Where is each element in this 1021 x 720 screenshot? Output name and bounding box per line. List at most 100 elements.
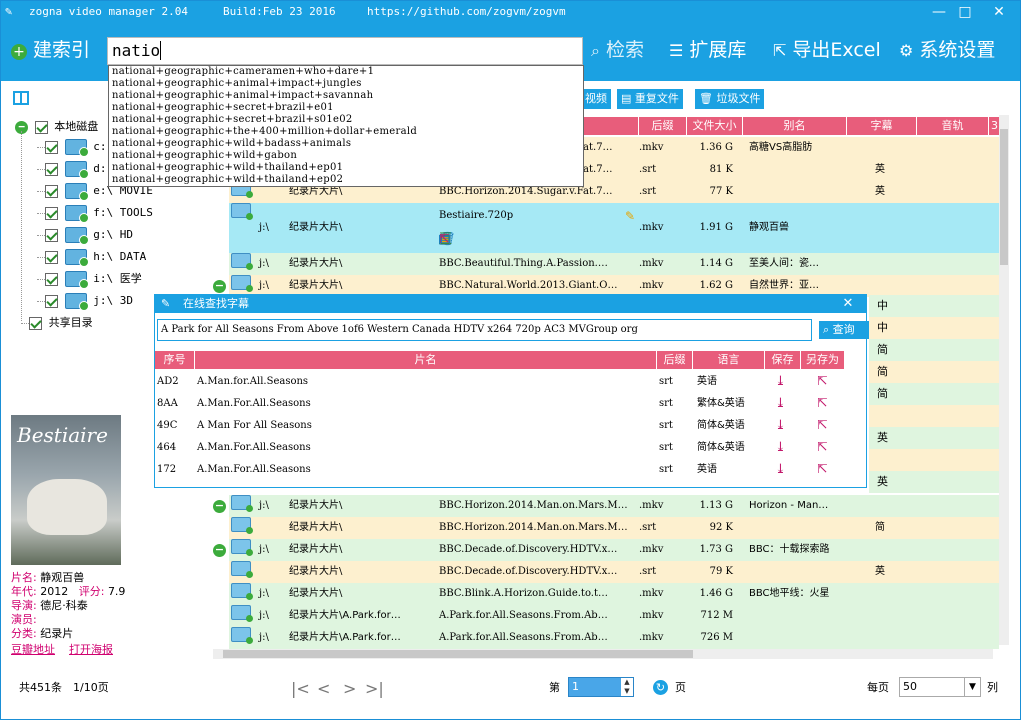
suggestion-item[interactable]: national+geographic+secret+brazil+e01 <box>109 102 583 114</box>
col-size[interactable]: 文件大小 <box>687 117 743 135</box>
subtitle-row[interactable]: 8AA A.Man.For.All.Seasons srt 繁体&英语 ⤓ ⇱ <box>155 393 866 415</box>
subtitle-row[interactable]: 49C A Man For All Seasons srt 简体&英语 ⤓ ⇱ <box>155 415 866 437</box>
checkbox[interactable] <box>29 316 42 330</box>
suggestion-item[interactable]: national+geographic+animal+impact+jungle… <box>109 78 583 90</box>
suggestion-item[interactable]: national+geographic+wild+gabon <box>109 150 583 162</box>
tree-drive[interactable]: c: <box>37 137 107 157</box>
dcol-ext[interactable]: 后缀 <box>657 351 693 369</box>
tree-shared[interactable]: 共享目录 <box>21 313 93 333</box>
col-subtitle[interactable]: 字幕 <box>847 117 917 135</box>
maximize-button[interactable]: □ <box>949 1 981 23</box>
open-poster-link[interactable]: 打开海报 <box>69 643 113 656</box>
tree-drive[interactable]: g:\ HD <box>37 225 133 245</box>
dialog-icon: ✎ <box>161 297 171 310</box>
subtitle-search-button[interactable]: ⌕ 查询 <box>819 321 869 339</box>
table-row[interactable]: j:\ 纪录片大片\A.Park.for… A.Park.for.All.Seaso… <box>229 605 999 627</box>
checkbox[interactable] <box>45 294 58 308</box>
download-icon[interactable]: ⤓ <box>775 415 786 437</box>
edit-icon[interactable]: ✎ <box>625 191 635 241</box>
col-ext[interactable]: 后缀 <box>639 117 687 135</box>
refresh-icon[interactable]: ↻ <box>653 680 668 695</box>
table-row[interactable]: 纪录片大片\ BBC.Decade.of.Discovery.HDTV.x… .sr… <box>229 561 999 583</box>
subtitle-query-input[interactable]: A Park for All Seasons From Above 1of6 W… <box>157 319 812 341</box>
table-row[interactable]: j:\ 纪录片大片\ Bestiaire.720p ▶ ■ ✂ 🗑 ⤓ ⌕ 豆 ▣ ▤ ⇱ ✎ .mkv 1.… <box>229 203 999 253</box>
table-row[interactable]: j:\ 纪录片大片\A.Park.for… A.Park.for.All.Seaso… <box>229 627 999 649</box>
subtitle-row[interactable]: AD2 A.Man.for.All.Seasons srt 英语 ⤓ ⇱ <box>155 371 866 393</box>
table-row[interactable]: − j:\ 纪录片大片\ BBC.Decade.of.Discovery.HDTV.x… <box>213 539 999 561</box>
dcol-id[interactable]: 序号 <box>155 351 195 369</box>
share-icon[interactable]: ⇱ <box>817 393 828 415</box>
download-icon[interactable]: ⤓ <box>775 371 786 393</box>
col-alias[interactable]: 别名 <box>743 117 847 135</box>
checkbox[interactable] <box>45 162 58 176</box>
settings-button[interactable]: ⚙ 系统设置 <box>899 35 995 65</box>
horizontal-scrollbar[interactable] <box>213 649 993 659</box>
dcol-save[interactable]: 保存 <box>765 351 801 369</box>
checkbox[interactable] <box>45 250 58 264</box>
export-excel-button[interactable]: ⇱ 导出Excel <box>773 35 881 65</box>
share-icon[interactable]: ⇱ <box>817 459 828 481</box>
filter-duplicate-button[interactable]: ▤ 重复文件 <box>617 89 683 109</box>
per-page-select[interactable]: 50 ▼ <box>899 677 981 697</box>
tree-drive[interactable]: f:\ TOOLS <box>37 203 153 223</box>
collapse-icon[interactable]: − <box>213 499 226 513</box>
dialog-close-button[interactable]: ✕ <box>834 295 862 313</box>
collapse-icon[interactable]: − <box>213 543 226 557</box>
scroll-thumb[interactable] <box>1000 129 1008 265</box>
vertical-scrollbar[interactable] <box>999 115 1009 645</box>
spinner-icon[interactable]: ▲ ▼ <box>621 678 633 696</box>
suggestion-item[interactable]: national+geographic+wild+thailand+ep01 <box>109 162 583 174</box>
table-row[interactable]: j:\ 纪录片大片\ BBC.Beautiful.Thing.A.Passion.…… <box>229 253 999 275</box>
share-icon[interactable]: ⇱ <box>817 371 828 393</box>
suggestion-item[interactable]: national+geographic+the+400+million+doll… <box>109 126 583 138</box>
checkbox[interactable] <box>45 228 58 242</box>
build-index-button[interactable]: + 建索引 <box>11 35 90 65</box>
row-path: 纪录片大片\ <box>289 500 343 511</box>
douban-link[interactable]: 豆瓣地址 <box>11 643 55 656</box>
subtitle-row[interactable]: 172 A.Man.For.All.Seasons srt 英语 ⤓ ⇱ <box>155 459 866 481</box>
dcol-lang[interactable]: 语言 <box>693 351 765 369</box>
subtitle-row[interactable]: 464 A.Man.For.All.Seasons srt 简体&英语 ⤓ ⇱ <box>155 437 866 459</box>
table-row[interactable]: − j:\ 纪录片大片\ BBC.Horizon.2014.Man.on.Mars.M… <box>213 495 999 517</box>
tree-local-disks[interactable]: − 本地磁盘 <box>15 117 98 137</box>
download-icon[interactable]: ⤓ <box>775 437 786 459</box>
last-page-icon[interactable]: >| <box>365 679 384 698</box>
tree-drive[interactable]: i:\ 医学 <box>37 269 142 289</box>
dcol-save-as[interactable]: 另存为 <box>801 351 845 369</box>
share-icon[interactable]: ⇱ <box>817 415 828 437</box>
tree-drive[interactable]: d: <box>37 159 107 179</box>
suggestion-item[interactable]: national+geographic+wild+thailand+ep02 <box>109 174 583 186</box>
table-row[interactable]: 纪录片大片\ BBC.Horizon.2014.Man.on.Mars.M… .sr… <box>229 517 999 539</box>
suggestion-item[interactable]: national+geographic+cameramen+who+dare+1 <box>109 66 583 78</box>
suggestion-item[interactable]: national+geographic+secret+brazil+s01e02 <box>109 114 583 126</box>
search-input[interactable]: natio <box>107 37 583 65</box>
page-input[interactable]: 1 ▲ ▼ <box>568 677 634 697</box>
checkbox[interactable] <box>34 120 48 134</box>
download-icon[interactable]: ⤓ <box>775 459 786 481</box>
filter-junk-button[interactable]: 🗑 垃圾文件 <box>695 89 765 109</box>
checkbox[interactable] <box>45 206 58 220</box>
extension-library-button[interactable]: ☰ 扩展库 <box>669 35 746 65</box>
tree-drive[interactable]: j:\ 3D <box>37 291 133 311</box>
dcol-name[interactable]: 片名 <box>195 351 657 369</box>
panel-toggle-icon[interactable] <box>13 91 29 105</box>
drive-label: c: <box>93 140 107 153</box>
next-page-icon[interactable]: > <box>343 679 356 698</box>
tree-drive[interactable]: h:\ DATA <box>37 247 146 267</box>
table-row[interactable]: j:\ 纪录片大片\ BBC.Blink.A.Horizon.Guide.to.t…… <box>229 583 999 605</box>
suggestion-item[interactable]: national+geographic+animal+impact+savann… <box>109 90 583 102</box>
checkbox[interactable] <box>45 272 58 286</box>
download-icon[interactable]: ⤓ <box>775 393 786 415</box>
first-page-icon[interactable]: |< <box>291 679 310 698</box>
scroll-thumb[interactable] <box>223 650 693 658</box>
checkbox[interactable] <box>45 140 58 154</box>
search-button[interactable]: ⌕ 检索 <box>591 35 644 65</box>
share-icon[interactable]: ⇱ <box>817 437 828 459</box>
col-audio[interactable]: 音轨 <box>917 117 989 135</box>
suggestion-item[interactable]: national+geographic+wild+badass+animals <box>109 138 583 150</box>
close-button[interactable]: ✕ <box>983 1 1015 23</box>
prev-page-icon[interactable]: < <box>317 679 330 698</box>
row-drive: j:\ <box>259 588 269 599</box>
checkbox[interactable] <box>45 184 58 198</box>
collapse-icon[interactable]: − <box>213 279 226 293</box>
